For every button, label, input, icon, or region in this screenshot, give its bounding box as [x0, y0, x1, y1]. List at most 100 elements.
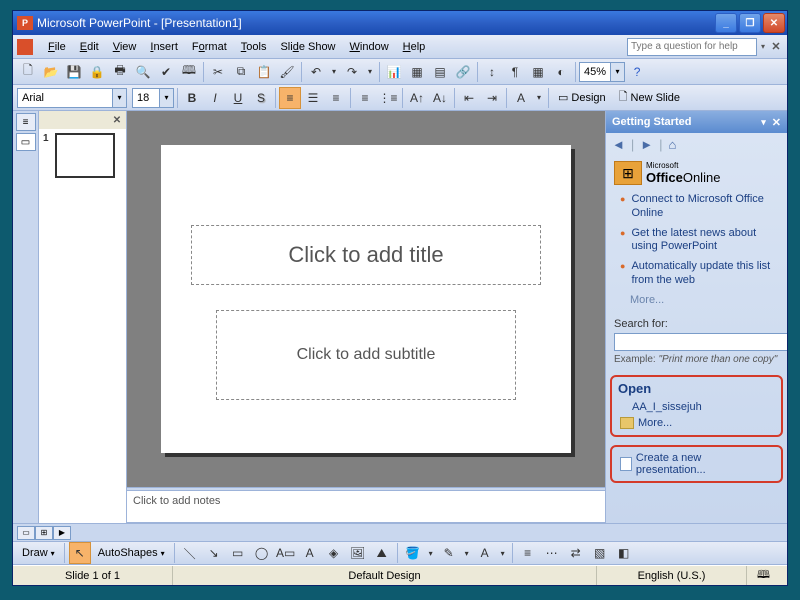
color-grayscale-icon[interactable]: ◐ — [550, 61, 572, 83]
font-color-dropdown-icon[interactable]: ▾ — [533, 87, 545, 109]
undo-icon[interactable]: ↶ — [305, 61, 327, 83]
insert-table-icon[interactable]: ▦ — [406, 61, 428, 83]
slides-tab[interactable]: ▭ — [16, 133, 36, 151]
zoom-dropdown[interactable]: 45% ▾ — [579, 62, 625, 82]
wordart-icon[interactable]: A — [299, 542, 321, 564]
bullets-icon[interactable]: ⋮≡ — [377, 87, 399, 109]
select-objects-icon[interactable]: ↖ — [69, 542, 91, 564]
font-size-dropdown[interactable]: 18 ▾ — [132, 88, 174, 108]
menu-tools[interactable]: Tools — [234, 38, 274, 56]
thumbnail-close-button[interactable]: ✕ — [110, 113, 124, 127]
notes-pane[interactable]: Click to add notes — [127, 491, 605, 523]
clipart-icon[interactable]: 🖼 — [347, 542, 369, 564]
font-color-draw-dropdown-icon[interactable]: ▾ — [498, 542, 508, 564]
menu-insert[interactable]: Insert — [143, 38, 185, 56]
oval-icon[interactable]: ◯ — [251, 542, 273, 564]
paste-icon[interactable]: 📋 — [253, 61, 275, 83]
font-color-icon[interactable]: A — [510, 87, 532, 109]
insert-chart-icon[interactable]: 📊 — [383, 61, 405, 83]
dash-style-icon[interactable]: ⋯ — [541, 542, 563, 564]
slide-sorter-view-button[interactable]: ⊞ — [35, 526, 53, 540]
search-input[interactable] — [614, 333, 787, 351]
decrease-indent-icon[interactable]: ⇤ — [458, 87, 480, 109]
line-color-icon[interactable]: ✎ — [438, 542, 460, 564]
subtitle-placeholder[interactable]: Click to add subtitle — [216, 310, 516, 400]
link-connect-office-online[interactable]: ●Connect to Microsoft Office Online — [620, 193, 779, 221]
italic-button[interactable]: I — [204, 87, 226, 109]
title-placeholder[interactable]: Click to add title — [191, 225, 541, 285]
task-pane-dropdown-icon[interactable]: ▾ — [761, 117, 766, 128]
insert-hyperlink-icon[interactable]: 🔗 — [452, 61, 474, 83]
textbox-icon[interactable]: A▭ — [275, 542, 297, 564]
outline-tab[interactable]: ≡ — [16, 113, 36, 131]
autoshapes-menu[interactable]: AutoShapes ▾ — [93, 543, 170, 563]
undo-dropdown-icon[interactable]: ▾ — [328, 61, 340, 83]
show-grid-icon[interactable]: ▦ — [527, 61, 549, 83]
expand-all-icon[interactable]: ↕ — [481, 61, 503, 83]
task-pane-close-button[interactable]: ✕ — [772, 116, 781, 129]
numbering-icon[interactable]: ≡ — [354, 87, 376, 109]
nav-forward-icon[interactable]: ► — [640, 137, 653, 152]
increase-font-icon[interactable]: A↑ — [406, 87, 428, 109]
menu-edit[interactable]: Edit — [73, 38, 106, 56]
format-painter-icon[interactable]: 🖌 — [276, 61, 298, 83]
shadow-style-icon[interactable]: ▧ — [589, 542, 611, 564]
nav-back-icon[interactable]: ◄ — [612, 137, 625, 152]
arrow-style-icon[interactable]: ⇄ — [565, 542, 587, 564]
draw-menu[interactable]: Draw ▾ — [17, 543, 60, 563]
open-more-link[interactable]: More... — [618, 415, 775, 431]
cut-icon[interactable]: ✂ — [207, 61, 229, 83]
design-button[interactable]: ▭ Design — [552, 87, 612, 109]
decrease-font-icon[interactable]: A↓ — [429, 87, 451, 109]
rectangle-icon[interactable]: ▭ — [227, 542, 249, 564]
menu-slideshow[interactable]: Slide Show — [273, 38, 342, 56]
align-left-icon[interactable]: ≡ — [279, 87, 301, 109]
minimize-button[interactable]: _ — [715, 13, 737, 33]
slide-canvas[interactable]: Click to add title Click to add subtitle — [161, 145, 571, 453]
arrow-icon[interactable]: ↘ — [203, 542, 225, 564]
link-more[interactable]: More... — [614, 294, 779, 306]
print-icon[interactable]: 🖶 — [109, 61, 131, 83]
nav-home-icon[interactable]: ⌂ — [669, 137, 677, 152]
line-icon[interactable]: ＼ — [179, 542, 201, 564]
create-new-presentation-link[interactable]: Create a new presentation... — [618, 450, 775, 478]
menu-help[interactable]: Help — [396, 38, 433, 56]
copy-icon[interactable]: ⧉ — [230, 61, 252, 83]
redo-dropdown-icon[interactable]: ▾ — [364, 61, 376, 83]
normal-view-button[interactable]: ▭ — [17, 526, 35, 540]
align-center-icon[interactable]: ☰ — [302, 87, 324, 109]
menu-format[interactable]: Format — [185, 38, 234, 56]
menu-window[interactable]: Window — [343, 38, 396, 56]
fill-color-icon[interactable]: 🪣 — [402, 542, 424, 564]
line-color-dropdown-icon[interactable]: ▾ — [462, 542, 472, 564]
fill-color-dropdown-icon[interactable]: ▾ — [426, 542, 436, 564]
new-icon[interactable]: 🗋 — [17, 61, 39, 83]
menu-file[interactable]: File — [41, 38, 73, 56]
permission-icon[interactable]: 🔒 — [86, 61, 108, 83]
print-preview-icon[interactable]: 🔍 — [132, 61, 154, 83]
insert-picture-icon[interactable]: ⛰ — [371, 542, 393, 564]
new-slide-button[interactable]: 🗋 New Slide — [613, 87, 686, 109]
diagram-icon[interactable]: ◈ — [323, 542, 345, 564]
open-icon[interactable]: 📂 — [40, 61, 62, 83]
font-color-draw-icon[interactable]: A — [474, 542, 496, 564]
underline-button[interactable]: U — [227, 87, 249, 109]
slideshow-view-button[interactable]: ▶ — [53, 526, 71, 540]
tables-borders-icon[interactable]: ▤ — [429, 61, 451, 83]
align-right-icon[interactable]: ≡ — [325, 87, 347, 109]
shadow-button[interactable]: S — [250, 87, 272, 109]
redo-icon[interactable]: ↷ — [341, 61, 363, 83]
save-icon[interactable]: 💾 — [63, 61, 85, 83]
menu-view[interactable]: View — [106, 38, 144, 56]
status-spelling-icon[interactable]: 🕮 — [747, 566, 787, 585]
help-search-input[interactable] — [627, 38, 757, 56]
close-button[interactable]: ✕ — [763, 13, 785, 33]
3d-style-icon[interactable]: ◧ — [613, 542, 635, 564]
bold-button[interactable]: B — [181, 87, 203, 109]
help-icon[interactable]: ? — [626, 61, 648, 83]
link-latest-news[interactable]: ●Get the latest news about using PowerPo… — [620, 227, 779, 255]
recent-file-link[interactable]: AA_I_sissejuh — [618, 399, 775, 415]
research-icon[interactable]: 🕮 — [178, 61, 200, 83]
link-auto-update[interactable]: ●Automatically update this list from the… — [620, 260, 779, 288]
increase-indent-icon[interactable]: ⇥ — [481, 87, 503, 109]
